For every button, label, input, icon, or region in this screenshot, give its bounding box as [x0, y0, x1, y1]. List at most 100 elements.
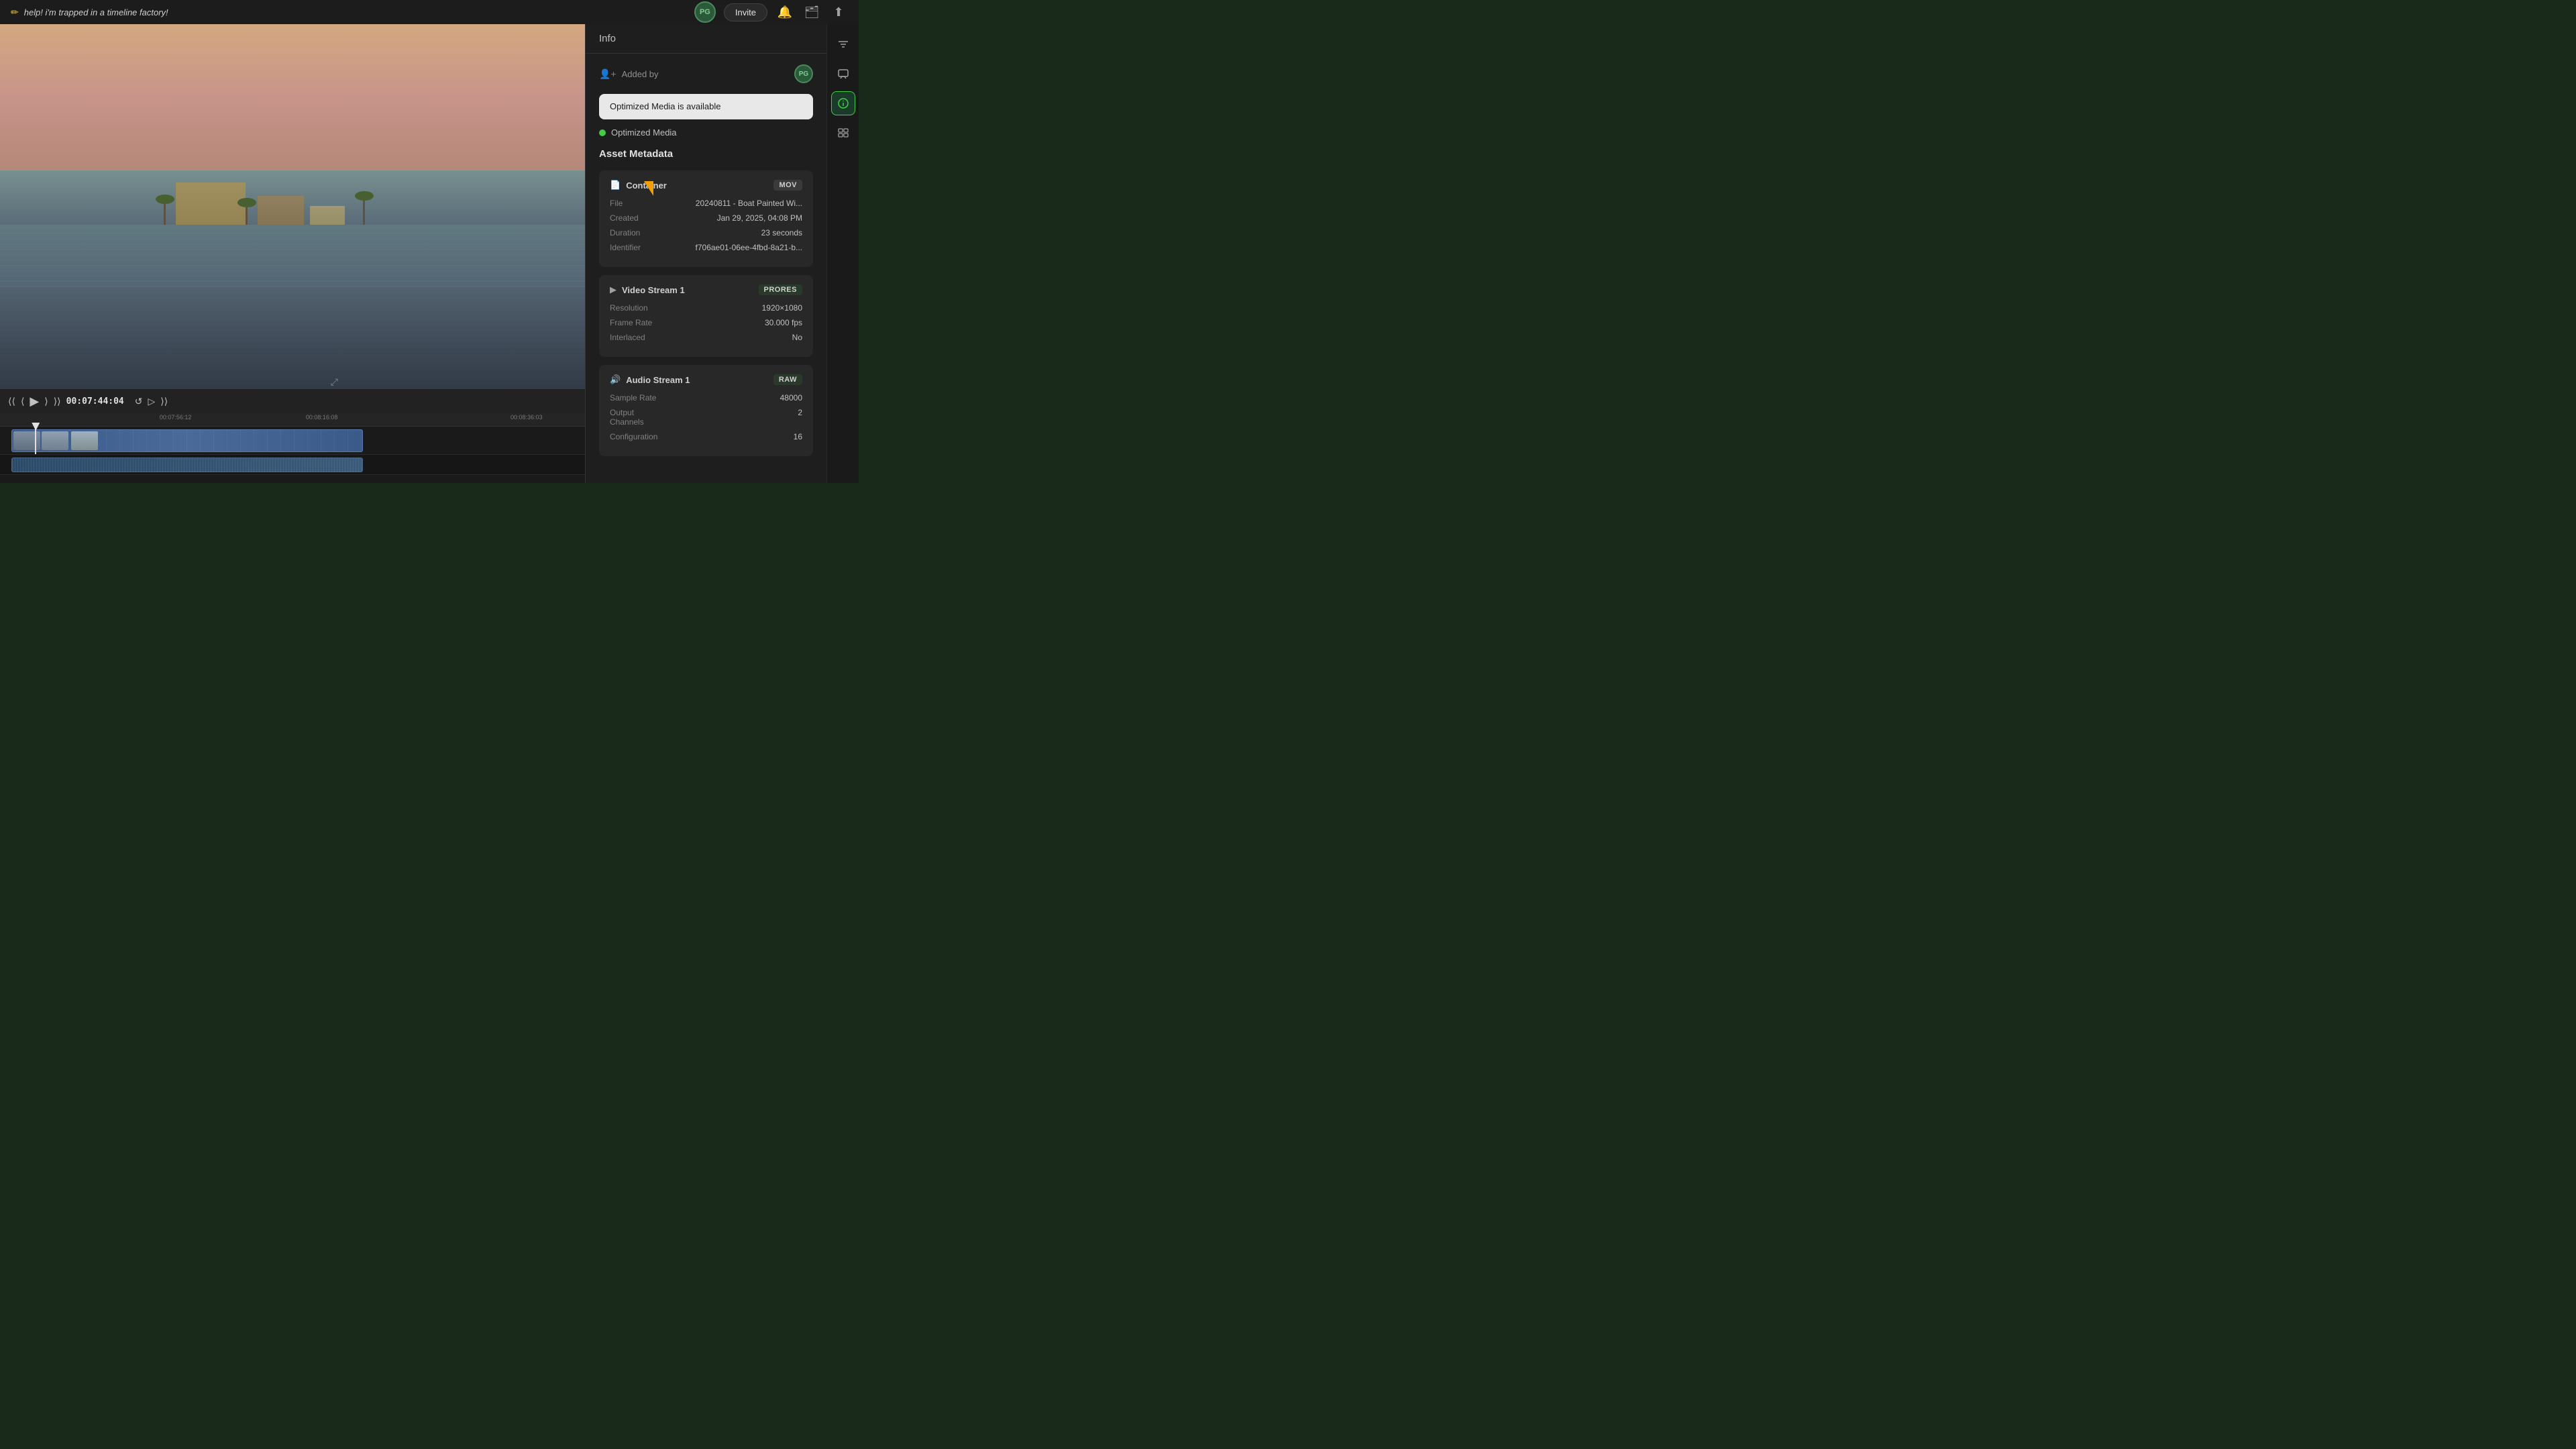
asset-metadata-title: Asset Metadata: [599, 148, 813, 160]
video-stream-title: Video Stream 1: [622, 285, 685, 295]
video-scene: [0, 24, 585, 389]
chat-button[interactable]: [831, 62, 855, 86]
interlaced-label: Interlaced: [610, 333, 670, 342]
rewind-button[interactable]: ⟨⟨: [8, 396, 15, 407]
container-card-header: 📄 Container MOV: [610, 180, 802, 191]
container-format-badge: MOV: [773, 180, 802, 191]
invite-button[interactable]: Invite: [724, 3, 767, 21]
title-bar-left: ✏ help! i'm trapped in a timeline factor…: [11, 7, 168, 18]
chat-icon: [837, 68, 849, 80]
timeline-tracks[interactable]: 00:07:56:12 00:08:16:08 00:08:36:03: [0, 413, 585, 483]
user-avatar: PG: [694, 1, 716, 23]
sample-rate-value: 48000: [670, 393, 802, 402]
audio-track: [0, 455, 585, 475]
container-title: Container: [626, 180, 667, 191]
file-value: 20240811 - Boat Painted Wi...: [670, 199, 802, 208]
video-preview[interactable]: [0, 24, 585, 389]
person-add-icon: 👤+: [599, 68, 616, 80]
notification-icon[interactable]: 🔔: [775, 5, 794, 19]
prev-frame-button[interactable]: ⟨: [21, 396, 24, 407]
duration-row: Duration 23 seconds: [610, 228, 802, 237]
video-track: [0, 427, 585, 455]
duration-value: 23 seconds: [670, 228, 802, 237]
audio-stream-header-left: 🔊 Audio Stream 1: [610, 374, 690, 385]
clip-thumb-3: [71, 431, 98, 450]
raw-badge: RAW: [773, 374, 802, 385]
playhead[interactable]: [35, 427, 36, 454]
optimized-media-label: Optimized Media: [611, 127, 677, 138]
ruler-label-2: 00:08:16:08: [306, 414, 338, 421]
info-content[interactable]: 👤+ Added by PG Optimized Media is availa…: [586, 54, 826, 483]
audio-clip[interactable]: [11, 458, 362, 472]
expand-icon[interactable]: ⤢: [331, 376, 338, 388]
right-sidebar: [826, 24, 859, 483]
play-button[interactable]: ▶: [30, 394, 39, 409]
resolution-value: 1920×1080: [670, 303, 802, 313]
identifier-value: f706ae01-06ee-4fbd-8a21-b...: [670, 243, 802, 252]
interlaced-value: No: [670, 333, 802, 342]
filter-icon: [837, 38, 849, 50]
audio-stream-card-header: 🔊 Audio Stream 1 RAW: [610, 374, 802, 385]
output-channels-row: Output Channels 2: [610, 408, 802, 427]
sky-layer: [0, 24, 585, 170]
prores-badge: PRORES: [759, 284, 802, 295]
optimized-media-row[interactable]: Optimized Media: [599, 127, 813, 138]
audio-stream-title: Audio Stream 1: [626, 375, 690, 385]
configuration-label: Configuration: [610, 432, 670, 441]
duration-label: Duration: [610, 228, 670, 237]
green-status-dot: [599, 129, 606, 136]
added-by-row: 👤+ Added by PG: [599, 64, 813, 83]
video-stream-card-header: ▶ Video Stream 1 PRORES: [610, 284, 802, 295]
optimized-media-tooltip-text: Optimized Media is available: [610, 101, 720, 111]
audio-icon: 🔊: [610, 374, 621, 385]
title-bar: ✏ help! i'm trapped in a timeline factor…: [0, 0, 859, 24]
created-label: Created: [610, 213, 670, 223]
next-frame-button[interactable]: ⟩: [44, 396, 48, 407]
created-value: Jan 29, 2025, 04:08 PM: [670, 213, 802, 223]
video-stream-header-left: ▶ Video Stream 1: [610, 284, 685, 295]
info-icon: [837, 97, 849, 109]
filter-settings-button[interactable]: [831, 32, 855, 56]
resolution-label: Resolution: [610, 303, 670, 313]
file-row: File 20240811 - Boat Painted Wi...: [610, 199, 802, 208]
identifier-label: Identifier: [610, 243, 670, 252]
timeline-view-button[interactable]: [831, 121, 855, 145]
main-container: ⟨⟨ ⟨ ▶ ⟩ ⟩⟩ 00:07:44:04 ↺ ▷ ⟩⟩ 00:07:56:…: [0, 24, 859, 483]
timeline-controls: ⟨⟨ ⟨ ▶ ⟩ ⟩⟩ 00:07:44:04 ↺ ▷ ⟩⟩: [0, 389, 585, 413]
clip-thumb-2: [42, 431, 68, 450]
info-button[interactable]: [831, 91, 855, 115]
frame-rate-row: Frame Rate 30.000 fps: [610, 318, 802, 327]
grid-icon: [837, 127, 849, 139]
video-clip-1[interactable]: [11, 429, 362, 452]
skip-forward-button[interactable]: ⟩⟩: [160, 396, 168, 407]
forward-play-button[interactable]: ▷: [148, 396, 155, 407]
clip-thumb-1: [13, 431, 40, 450]
container-card: 📄 Container MOV File 20240811 - Boat Pai…: [599, 170, 813, 267]
video-stream-card: ▶ Video Stream 1 PRORES Resolution 1920×…: [599, 275, 813, 357]
sample-rate-row: Sample Rate 48000: [610, 393, 802, 402]
fast-forward-button[interactable]: ⟩⟩: [54, 396, 61, 407]
container-card-header-left: 📄 Container: [610, 180, 667, 191]
configuration-row: Configuration 16: [610, 432, 802, 441]
video-area: ⟨⟨ ⟨ ▶ ⟩ ⟩⟩ 00:07:44:04 ↺ ▷ ⟩⟩ 00:07:56:…: [0, 24, 585, 483]
created-row: Created Jan 29, 2025, 04:08 PM: [610, 213, 802, 223]
info-panel: Info 👤+ Added by PG Optimized Media is a…: [585, 24, 826, 483]
info-panel-title: Info: [599, 33, 616, 44]
optimized-media-tooltip: Optimized Media is available: [599, 94, 813, 119]
added-by-avatar: PG: [794, 64, 813, 83]
container-icon: 📄: [610, 180, 621, 191]
output-channels-label: Output Channels: [610, 408, 670, 427]
title-bar-right: PG Invite 🔔 🗂 ⬆: [694, 1, 848, 23]
audio-stream-card: 🔊 Audio Stream 1 RAW Sample Rate 48000 O…: [599, 365, 813, 456]
pencil-icon: ✏: [11, 7, 19, 18]
info-header: Info: [586, 24, 826, 54]
export-icon[interactable]: ⬆: [829, 5, 848, 19]
ruler-label-1: 00:07:56:12: [160, 414, 192, 421]
output-channels-value: 2: [670, 408, 802, 417]
frame-rate-value: 30.000 fps: [670, 318, 802, 327]
library-icon[interactable]: 🗂: [802, 5, 821, 19]
loop-button[interactable]: ↺: [135, 396, 143, 407]
timecode-display: 00:07:44:04: [66, 396, 124, 407]
file-label: File: [610, 199, 670, 208]
resolution-row: Resolution 1920×1080: [610, 303, 802, 313]
